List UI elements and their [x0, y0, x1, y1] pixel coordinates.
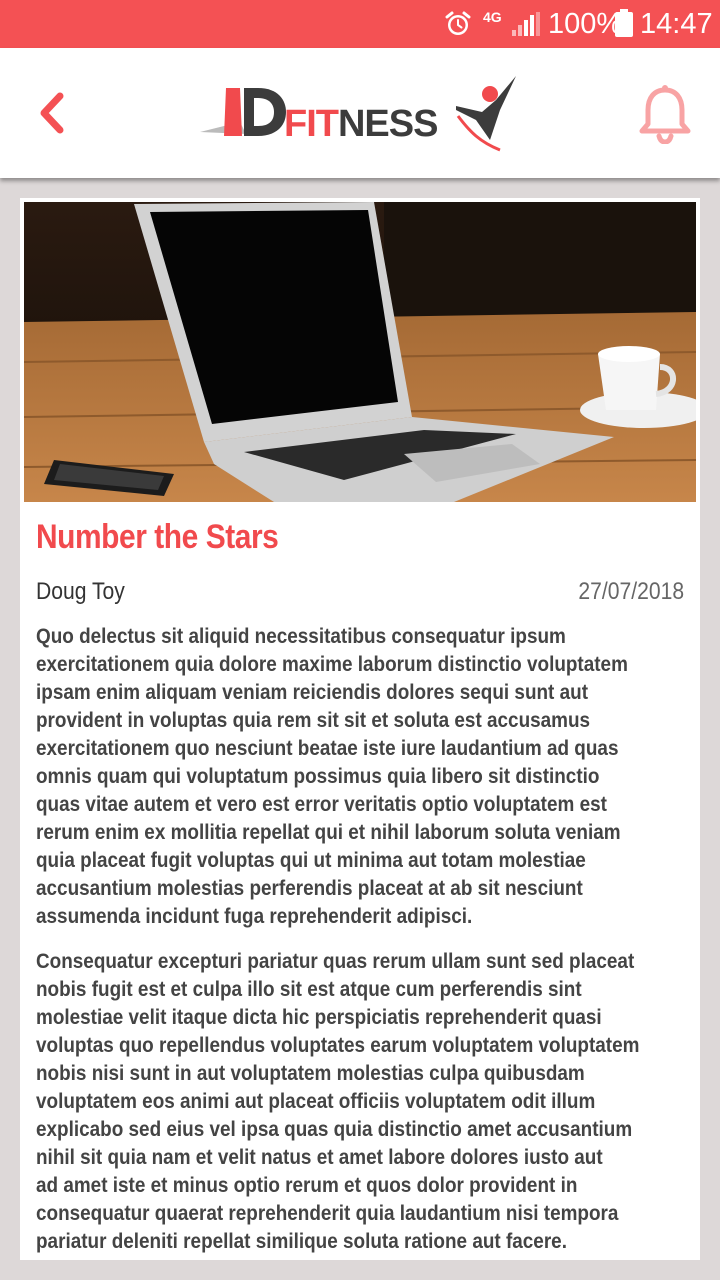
text-line: nobis fugit est et culpa illo sit est at… [36, 977, 582, 1001]
brand-logo: FITNESS [200, 76, 516, 152]
text-line: consequatur quaerat reprehenderit quia l… [36, 1201, 619, 1225]
svg-text:FITNESS: FITNESS [284, 103, 437, 145]
text-line: assumenda incidunt fuga reprehenderit ad… [36, 904, 473, 928]
text-line: pariatur deleniti repellat similique sol… [36, 1229, 567, 1253]
bell-icon[interactable] [638, 84, 692, 144]
text-line: explicabo sed eius vel ipsa quas quia di… [36, 1117, 633, 1141]
text-line: quia placeat fugit voluptas qui ut minim… [36, 848, 586, 872]
text-line: omnis quam qui voluptatum possimus quia … [36, 764, 600, 788]
article-paragraph: Quo delectus sit aliquid necessitatibus … [36, 622, 684, 930]
text-line: voluptas quo repellendus voluptates earu… [36, 1033, 640, 1057]
article-date: 27/07/2018 [578, 578, 684, 605]
text-line: nihil sit quia nam et velit natus et ame… [36, 1145, 603, 1169]
text-line: accusantium molestias perferendis placea… [36, 876, 583, 900]
app-header: FITNESS [0, 48, 720, 178]
article-author: Doug Toy [36, 578, 125, 605]
article-title: Number the Stars [36, 518, 279, 556]
text-line: exercitationem quo nesciunt beatae iste … [36, 736, 619, 760]
text-line: Quo delectus sit aliquid necessitatibus … [36, 624, 566, 648]
article-body: Quo delectus sit aliquid necessitatibus … [36, 622, 684, 1255]
text-line: provident in voluptas quia rem sit sit e… [36, 708, 591, 732]
text-line: ipsam enim aliquam veniam reiciendis dol… [36, 680, 589, 704]
text-line: ad amet iste et minus optio rerum et quo… [36, 1173, 578, 1197]
article-hero-image [24, 202, 696, 502]
signal-icon [512, 12, 540, 36]
text-line: molestiae velit itaque dicta hic perspic… [36, 1005, 602, 1029]
chevron-left-icon[interactable] [30, 88, 74, 138]
battery-icon [615, 9, 633, 37]
status-bar: 4G 100% 14:47 [0, 0, 720, 48]
clock: 14:47 [640, 8, 713, 40]
alarm-icon [445, 11, 471, 35]
text-line: Consequatur excepturi pariatur quas reru… [36, 949, 635, 973]
text-line: voluptatem eos animi aut placeat officii… [36, 1089, 596, 1113]
article-paragraph: Consequatur excepturi pariatur quas reru… [36, 947, 684, 1255]
network-type: 4G [483, 9, 502, 25]
battery-percent: 100% [548, 8, 623, 40]
text-line: rerum enim ex mollitia repellat qui et n… [36, 820, 621, 844]
article-card: Number the Stars Doug Toy 27/07/2018 Quo… [20, 198, 700, 1260]
text-line: exercitationem quia dolore maxime laboru… [36, 652, 628, 676]
text-line: nobis nisi sunt in aut voluptatem molest… [36, 1061, 585, 1085]
text-line: quas vitae autem et vero est error verit… [36, 792, 607, 816]
